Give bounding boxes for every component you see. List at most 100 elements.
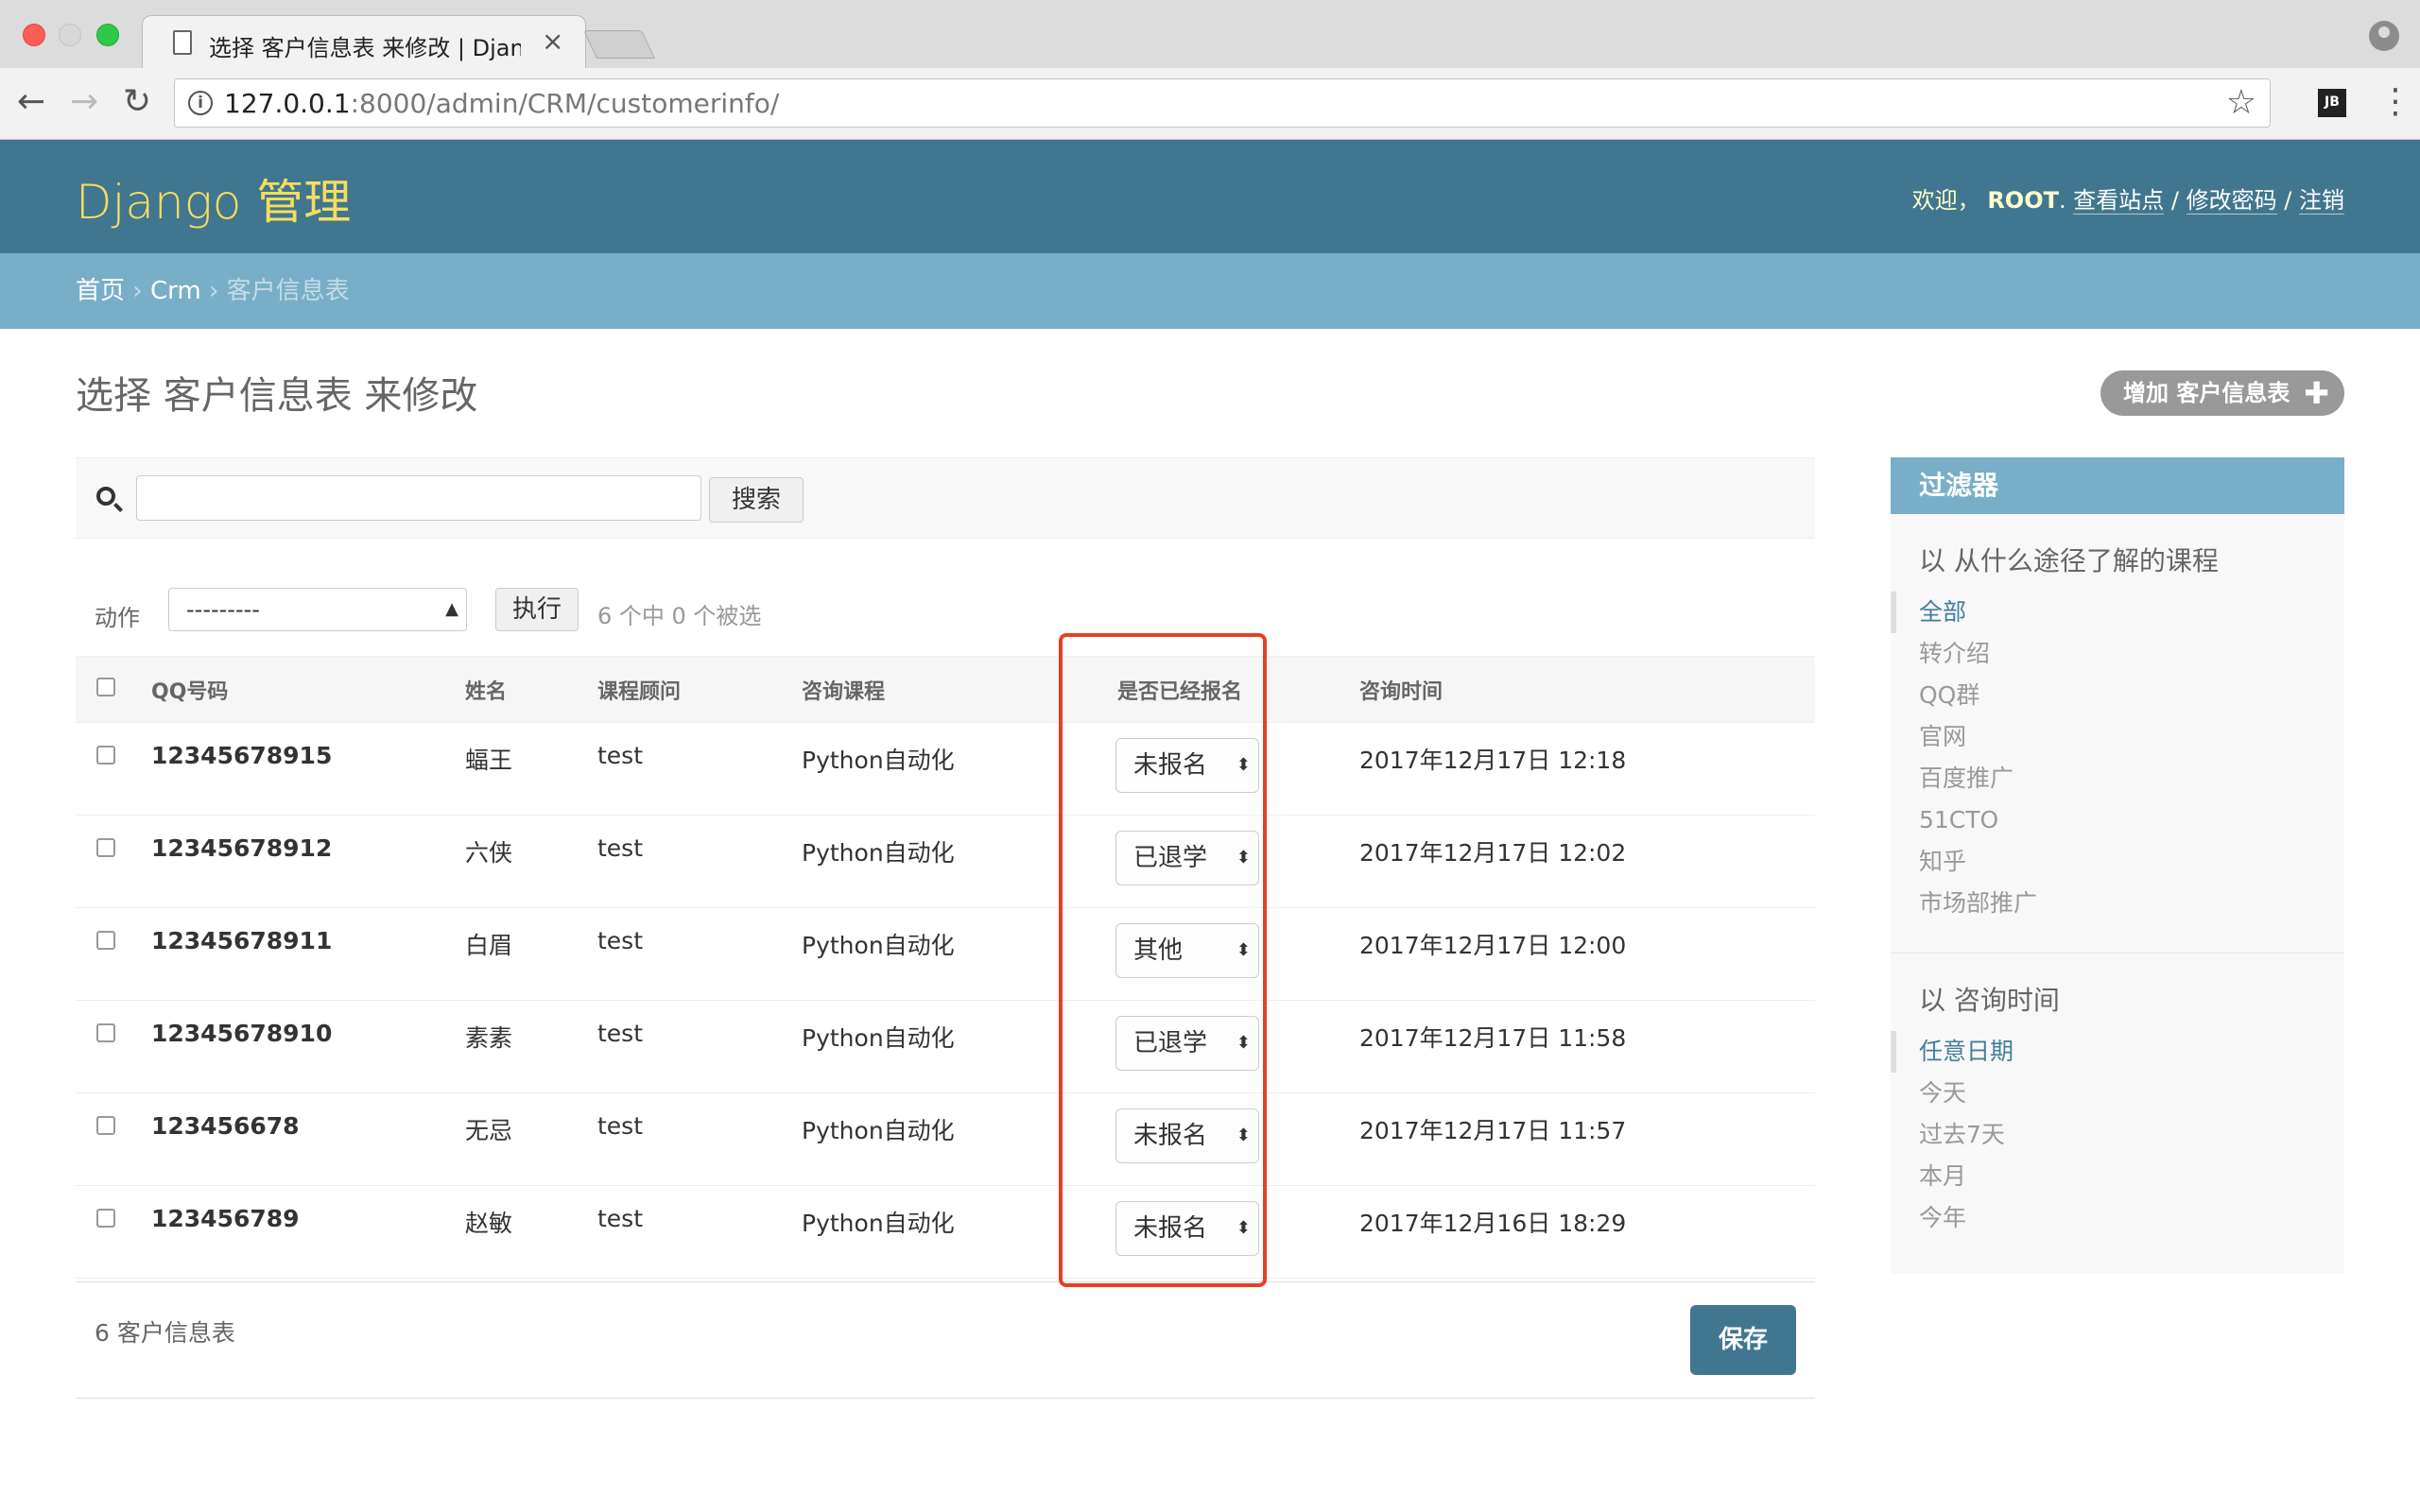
- filter-sidebar: 过滤器 以 从什么途径了解的课程 全部 转介绍 QQ群 官网 百度推广 51CT…: [1891, 457, 2344, 1274]
- browser-toolbar: ← → ↻ i 127.0.0.1:8000/admin/CRM/custome…: [0, 68, 2420, 140]
- close-window-button[interactable]: [23, 24, 45, 46]
- time-cell: 2017年12月17日 11:57: [1359, 1092, 1815, 1186]
- changelist: 搜索 动作 --------- ▲ 执行 6 个中 0 个被选 QQ号码 姓名 …: [76, 457, 1815, 1399]
- consultant-cell: test: [597, 815, 802, 908]
- address-bar[interactable]: i 127.0.0.1:8000/admin/CRM/customerinfo/…: [174, 78, 2271, 128]
- extension-icon[interactable]: JB: [2318, 89, 2346, 117]
- browser-tabbar: 选择 客户信息表 来修改 | Django ×: [0, 0, 2420, 70]
- column-header-qq[interactable]: QQ号码: [151, 656, 465, 723]
- logout-link[interactable]: 注销: [2299, 187, 2344, 215]
- course-cell: Python自动化: [802, 1185, 1080, 1279]
- username: ROOT: [1987, 187, 2059, 214]
- table-row: 12345678910 素素 test Python自动化 已退学 ⬍ 2017年…: [76, 1000, 1815, 1093]
- save-button[interactable]: 保存: [1690, 1305, 1796, 1375]
- consultant-cell: test: [597, 1185, 802, 1279]
- add-button-label: 增加 客户信息表: [2123, 380, 2290, 406]
- filter-item[interactable]: 本月: [1891, 1156, 2344, 1197]
- row-checkbox[interactable]: [96, 746, 115, 765]
- row-checkbox[interactable]: [96, 1209, 115, 1228]
- filter-item[interactable]: 官网: [1891, 716, 2344, 758]
- breadcrumb-separator: ›: [208, 277, 219, 305]
- row-checkbox-cell: [76, 907, 151, 1001]
- reload-icon[interactable]: ↻: [123, 83, 151, 121]
- filter-item[interactable]: 51CTO: [1891, 799, 2344, 841]
- url-host: 127.0.0.1: [224, 88, 351, 119]
- paginator: 6 客户信息表 保存: [76, 1281, 1815, 1399]
- row-checkbox-cell: [76, 1000, 151, 1093]
- filter-item[interactable]: QQ群: [1891, 675, 2344, 716]
- tab-title: 选择 客户信息表 来修改 | Django: [209, 35, 521, 61]
- time-cell: 2017年12月17日 11:58: [1359, 1000, 1815, 1093]
- time-cell: 2017年12月17日 12:02: [1359, 815, 1815, 908]
- breadcrumb: 首页 › Crm › 客户信息表: [0, 253, 2420, 329]
- filter-item[interactable]: 今天: [1891, 1073, 2344, 1114]
- view-site-link[interactable]: 查看站点: [2073, 187, 2165, 215]
- filter-item[interactable]: 百度推广: [1891, 758, 2344, 799]
- highlight-annotation: [1059, 633, 1267, 1287]
- action-go-button[interactable]: 执行: [495, 588, 579, 631]
- action-label: 动作: [95, 605, 140, 631]
- qq-link[interactable]: 12345678915: [151, 722, 465, 816]
- qq-link[interactable]: 12345678910: [151, 1000, 465, 1093]
- search-toolbar: 搜索: [76, 457, 1815, 539]
- action-counter: 6 个中 0 个被选: [597, 603, 762, 629]
- breadcrumb-separator: ›: [132, 277, 143, 305]
- select-all-checkbox[interactable]: [96, 677, 115, 696]
- profile-icon[interactable]: [2369, 21, 2399, 51]
- back-arrow-icon[interactable]: ←: [17, 83, 45, 121]
- filter-item[interactable]: 转介绍: [1891, 633, 2344, 675]
- name-cell: 无忌: [465, 1092, 597, 1186]
- forward-arrow-icon[interactable]: →: [70, 83, 98, 121]
- filter-list-source: 全部 转介绍 QQ群 官网 百度推广 51CTO 知乎 市场部推广: [1891, 592, 2344, 924]
- table-row: 12345678912 六侠 test Python自动化 已退学 ⬍ 2017年…: [76, 815, 1815, 908]
- minimize-window-button[interactable]: [59, 24, 81, 46]
- maximize-window-button[interactable]: [96, 24, 119, 46]
- filter-list-date: 任意日期 今天 过去7天 本月 今年: [1891, 1031, 2344, 1239]
- change-password-link[interactable]: 修改密码: [2186, 187, 2277, 215]
- filter-item[interactable]: 市场部推广: [1891, 883, 2344, 924]
- url-text: 127.0.0.1:8000/admin/CRM/customerinfo/: [224, 88, 779, 119]
- filter-item-any-date[interactable]: 任意日期: [1891, 1031, 2344, 1073]
- qq-link[interactable]: 123456789: [151, 1185, 465, 1279]
- search-input[interactable]: [136, 475, 701, 521]
- qq-link[interactable]: 12345678911: [151, 907, 465, 1001]
- breadcrumb-home[interactable]: 首页: [76, 277, 125, 305]
- header-select-all[interactable]: [76, 656, 151, 723]
- filter-item[interactable]: 知乎: [1891, 841, 2344, 883]
- filter-item-all[interactable]: 全部: [1891, 592, 2344, 633]
- breadcrumb-app[interactable]: Crm: [150, 277, 201, 305]
- table-row: 123456678 无忌 test Python自动化 未报名 ⬍ 2017年12…: [76, 1092, 1815, 1186]
- browser-menu-icon[interactable]: ⋮: [2378, 83, 2412, 121]
- filter-item[interactable]: 今年: [1891, 1197, 2344, 1239]
- table-header-row: QQ号码 姓名 课程顾问 咨询课程 是否已经报名 咨询时间: [76, 656, 1815, 723]
- row-checkbox[interactable]: [96, 1023, 115, 1042]
- row-checkbox[interactable]: [96, 838, 115, 857]
- column-header-course[interactable]: 咨询课程: [802, 656, 1080, 723]
- qq-link[interactable]: 12345678912: [151, 815, 465, 908]
- new-tab-button[interactable]: [583, 30, 655, 59]
- column-header-name[interactable]: 姓名: [465, 656, 597, 723]
- site-branding[interactable]: Django 管理: [76, 164, 351, 232]
- column-header-time[interactable]: 咨询时间: [1359, 656, 1815, 723]
- column-header-consultant[interactable]: 课程顾问: [597, 656, 802, 723]
- action-select[interactable]: --------- ▲: [168, 588, 467, 631]
- search-button[interactable]: 搜索: [709, 477, 804, 523]
- row-checkbox[interactable]: [96, 1116, 115, 1135]
- row-checkbox[interactable]: [96, 931, 115, 950]
- qq-link[interactable]: 123456678: [151, 1092, 465, 1186]
- time-cell: 2017年12月16日 18:29: [1359, 1185, 1815, 1279]
- plus-icon: ✚: [2304, 375, 2329, 411]
- tab-close-icon[interactable]: ×: [542, 26, 563, 57]
- bookmark-star-icon[interactable]: ☆: [2226, 83, 2256, 122]
- browser-tab-active[interactable]: 选择 客户信息表 来修改 | Django ×: [142, 15, 586, 70]
- consultant-cell: test: [597, 1092, 802, 1186]
- filter-item[interactable]: 过去7天: [1891, 1114, 2344, 1156]
- add-customer-button[interactable]: 增加 客户信息表 ✚: [2100, 370, 2344, 416]
- consultant-cell: test: [597, 722, 802, 816]
- admin-header: Django 管理 欢迎， ROOT. 查看站点 / 修改密码 / 注销: [0, 140, 2420, 253]
- info-icon[interactable]: i: [188, 91, 213, 115]
- course-cell: Python自动化: [802, 1092, 1080, 1186]
- search-icon: [96, 487, 115, 506]
- filter-group-title: 以 咨询时间: [1919, 985, 2060, 1016]
- course-cell: Python自动化: [802, 722, 1080, 816]
